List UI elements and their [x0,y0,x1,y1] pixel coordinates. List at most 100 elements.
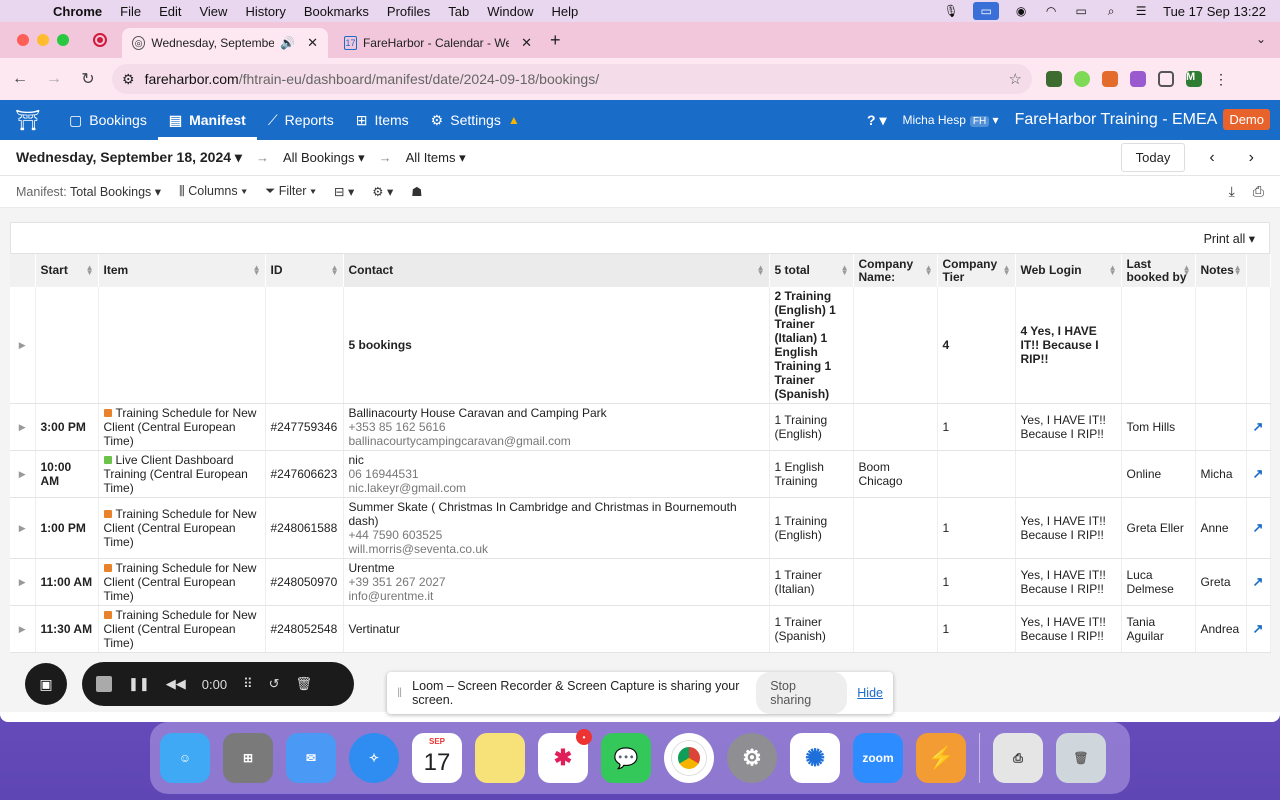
table-row[interactable]: ▶ 11:00 AM Training Schedule for New Clien… [10,558,1271,606]
download-icon[interactable]: ⤓ [1229,183,1235,200]
zoom-icon[interactable]: zoom [853,733,903,783]
zoom-status-icon[interactable]: ◉ [1013,4,1029,18]
inbox-dropdown[interactable]: ⊟ ▾ [334,184,354,199]
nav-reports[interactable]: ⟋ Reports [257,100,345,140]
stop-sharing-button[interactable]: Stop sharing [756,672,848,714]
microphone-icon[interactable]: 🎙 [943,4,959,18]
booking-id[interactable]: #247759346 [265,403,344,451]
notes-icon[interactable] [475,733,525,783]
reload-icon[interactable]: ↻ [78,69,98,89]
menu-help[interactable]: Help [543,4,588,19]
chrome-icon[interactable] [664,733,714,783]
table-row[interactable]: ▶ 11:30 AM Training Schedule for New Clien… [10,605,1271,653]
bookings-filter[interactable]: All Bookings ▾ [283,150,365,166]
camera-button[interactable]: ▣ [25,663,67,705]
restart-icon[interactable]: ↺ [269,676,280,692]
launchpad-icon[interactable]: ⊞ [223,733,273,783]
back-icon[interactable]: ← [10,70,30,88]
manifest-type-dropdown[interactable]: Manifest: Total Bookings ▾ [16,184,161,199]
header-company-tier[interactable]: Company Tier ▲ ▼ [937,254,1016,287]
header-contact[interactable]: Contact ▲ ▼ [343,254,770,287]
contact-name[interactable]: Ballinacourty House Caravan and Camping … [349,406,764,420]
expand-icon[interactable]: ▶ [10,605,36,653]
messages-icon[interactable]: 💬 [601,733,651,783]
trash-icon[interactable]: 🗑 [296,676,313,692]
print-all-dropdown[interactable]: Print all ▾ [1204,231,1255,246]
menu-profiles[interactable]: Profiles [378,4,439,19]
table-row[interactable]: ▶ 3:00 PM Training Schedule for New Client… [10,403,1271,451]
site-info-icon[interactable]: ⚙ [122,71,135,88]
extensions-puzzle-icon[interactable] [1158,71,1174,87]
menu-bookmarks[interactable]: Bookmarks [295,4,378,19]
header-start[interactable]: Start ▲ ▼ [35,254,99,287]
header-id[interactable]: ID ▲ ▼ [265,254,344,287]
speaker-icon[interactable]: 🔊 [280,36,295,50]
toolbox-icon[interactable]: ⚡ [916,733,966,783]
expand-icon[interactable]: ▶ [10,450,36,498]
extension-icon[interactable] [1046,71,1062,87]
nav-bookings[interactable]: ▢ Bookings [58,100,158,140]
nav-items[interactable]: ⊞ Items [345,100,420,140]
battery-icon[interactable]: ▭ [1073,4,1089,18]
bookmark-star-icon[interactable]: ☆ [1009,70,1022,88]
booking-id[interactable]: #247606623 [265,450,344,498]
menu-edit[interactable]: Edit [150,4,190,19]
drawing-tools-icon[interactable]: ⠿ [243,676,253,692]
header-total[interactable]: 5 total ▲ ▼ [769,254,854,287]
filter-dropdown[interactable]: ⏷ Filter ▾ [265,184,316,199]
open-booking-icon[interactable]: ↗ [1246,450,1271,498]
zoom-window-icon[interactable] [57,34,69,46]
tab-search-icon[interactable]: ⌄ [1256,32,1266,46]
extension-icon[interactable] [1130,71,1146,87]
printer-icon[interactable]: ⎙ [993,733,1043,783]
booking-id[interactable]: #248052548 [265,605,344,653]
menu-view[interactable]: View [190,4,236,19]
header-item[interactable]: Item ▲ ▼ [98,254,266,287]
search-icon[interactable]: ⌕ [1103,4,1119,18]
open-booking-icon[interactable]: ↗ [1246,605,1271,653]
tab-calendar[interactable]: 17 FareHarbor - Calendar - Wee ✕ [334,28,542,58]
copilot-icon[interactable]: ✺ [790,733,840,783]
hide-banner-link[interactable]: Hide [857,686,883,700]
items-filter[interactable]: All Items ▾ [406,150,466,166]
header-web-login[interactable]: Web Login ▲ ▼ [1015,254,1122,287]
slack-icon[interactable]: ✱ • [538,729,592,783]
trash-icon[interactable]: 🗑 [1056,733,1106,783]
control-center-icon[interactable]: ☰ [1133,4,1149,18]
close-window-icon[interactable] [17,34,29,46]
close-tab-icon[interactable]: ✕ [307,35,318,51]
new-tab-icon[interactable]: + [550,30,561,51]
menu-app-name[interactable]: Chrome [44,4,111,19]
date-selector[interactable]: Wednesday, September 18, 2024 ▾ [16,149,242,166]
nav-manifest[interactable]: ▤ Manifest [157,100,257,140]
tab-manifest[interactable]: ◎ Wednesday, September 1 🔊 ✕ [122,28,328,58]
help-menu[interactable]: ? ▾ [867,112,886,129]
screen-share-icon[interactable]: ▭ [973,2,1000,20]
extension-icon[interactable] [1074,71,1090,87]
columns-dropdown[interactable]: ⫼ Columns ▾ [179,184,247,199]
forward-icon[interactable]: → [44,70,64,88]
rewind-icon[interactable]: ◀◀ [166,676,186,692]
wifi-icon[interactable]: ◠ [1043,4,1059,18]
expand-icon[interactable]: ▶ [10,287,36,404]
header-notes[interactable]: Notes ▲ ▼ [1195,254,1247,287]
profile-avatar[interactable]: M [1186,71,1202,87]
user-list-icon[interactable]: ☗ [411,184,422,199]
menu-tab[interactable]: Tab [439,4,478,19]
expand-icon[interactable]: ▶ [10,403,36,451]
booking-id[interactable]: #248050970 [265,558,344,606]
header-company-name[interactable]: Company Name: ▲ ▼ [853,254,938,287]
open-booking-icon[interactable]: ↗ [1246,403,1271,451]
next-day-icon[interactable]: › [1239,149,1264,167]
menu-history[interactable]: History [236,4,294,19]
table-row[interactable]: ▶ 1:00 PM Training Schedule for New Client… [10,497,1271,559]
booking-id[interactable]: #248061588 [265,497,344,559]
contact-name[interactable]: Vertinatur [349,622,764,636]
menu-window[interactable]: Window [478,4,542,19]
open-booking-icon[interactable]: ↗ [1246,497,1271,559]
menu-file[interactable]: File [111,4,150,19]
stop-recording-icon[interactable] [96,676,112,692]
menubar-clock[interactable]: Tue 17 Sep 13:22 [1163,4,1266,19]
user-menu[interactable]: Micha Hesp FH ▾ [903,113,999,127]
minimize-window-icon[interactable] [37,34,49,46]
